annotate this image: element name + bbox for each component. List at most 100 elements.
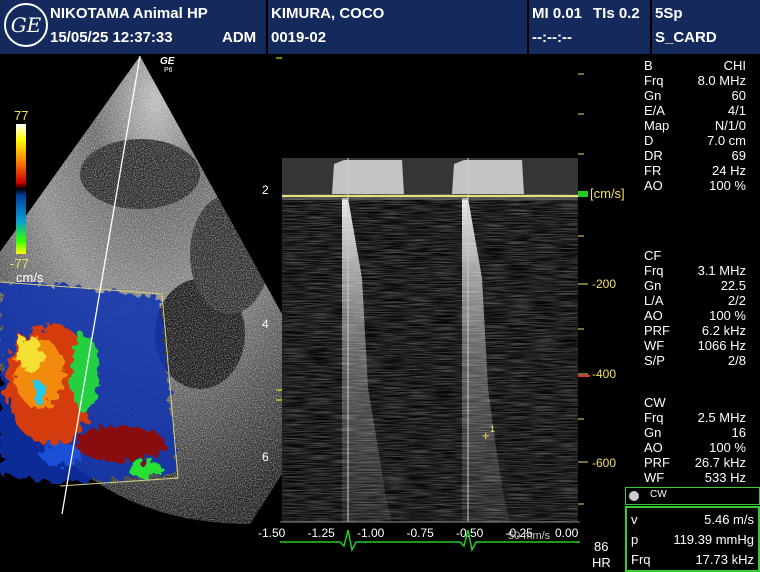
header-divider <box>650 0 652 54</box>
param-value <box>682 248 760 263</box>
measurement-row: p 119.39 mmHg <box>631 530 754 550</box>
velocity-unit: [cm/s] <box>590 186 625 201</box>
parameter-panel: B CHI Frq 8.0 MHz Gn 60 E/A 4/1 Map N/1/0 D 7.0 cm D… <box>644 58 760 485</box>
cw-doppler-params: CW Frq 2.5 MHz Gn 16 AO 100 % PRF 26.7 kHz WF 533 … <box>644 395 760 485</box>
param-row: Gn 60 <box>644 88 760 103</box>
param-key: PRF <box>644 455 670 470</box>
depth-mark: 6 <box>262 450 269 464</box>
param-row: WF 533 Hz <box>644 470 760 485</box>
time-tick: -0.50 <box>456 526 484 540</box>
measurement-key: p <box>631 532 639 547</box>
color-scale-bar <box>16 124 26 254</box>
param-key: B <box>644 58 653 73</box>
param-row: L/A 2/2 <box>644 293 760 308</box>
param-row: FR 24 Hz <box>644 163 760 178</box>
param-key: PRF <box>644 323 670 338</box>
param-key: Frq <box>644 263 664 278</box>
param-value: 22.5 <box>720 278 746 293</box>
depth-mark: 2 <box>262 183 269 197</box>
param-row: AO 100 % <box>644 308 760 323</box>
param-key: DR <box>644 148 663 163</box>
param-row: AO 100 % <box>644 178 760 193</box>
caliper-marker-label: 1 <box>490 424 496 434</box>
preset-name: S_CARD <box>655 29 717 46</box>
patient-name: KIMURA, COCO <box>271 5 385 22</box>
probe-name: 5Sp <box>655 5 683 22</box>
record-dot-icon <box>629 491 639 501</box>
header-bar: GE NIKOTAMA Animal HP 15/05/25 12:37:33 … <box>0 0 760 54</box>
b-mode-params: B CHI Frq 8.0 MHz Gn 60 E/A 4/1 Map N/1/0 D 7.0 cm D… <box>644 58 760 193</box>
sweep-speed: 50 mm/s <box>508 530 551 542</box>
mi-value: MI 0.01 <box>532 5 583 22</box>
color-scale-max: 77 <box>14 108 29 123</box>
param-value: 60 <box>731 88 746 103</box>
param-row: AO 100 % <box>644 440 760 455</box>
measurement-header: CW <box>625 487 760 505</box>
param-value: 533 Hz <box>704 470 746 485</box>
param-key: AO <box>644 178 663 193</box>
param-value: 100 % <box>709 178 746 193</box>
measurement-value: 119.39 mmHg <box>673 532 754 547</box>
probe-marker-brand: GE <box>160 56 175 67</box>
param-value: 4/1 <box>727 103 746 118</box>
time-tick: -1.00 <box>357 526 385 540</box>
param-row: E/A 4/1 <box>644 103 760 118</box>
facility-name: NIKOTAMA Animal HP <box>50 5 208 22</box>
sector-image <box>0 55 282 524</box>
param-key: AO <box>644 440 663 455</box>
param-key: CF <box>644 248 662 263</box>
color-flow-region <box>0 282 178 484</box>
param-value: 3.1 MHz <box>697 263 746 278</box>
patient-id: 0019-02 <box>271 29 327 46</box>
param-row: PRF 6.2 kHz <box>644 323 760 338</box>
probe-marker-sub: P6 <box>164 67 173 74</box>
param-value: 16 <box>731 425 746 440</box>
param-row: D 7.0 cm <box>644 133 760 148</box>
ge-logo: GE <box>4 3 48 47</box>
time-tick: -1.50 <box>258 526 286 540</box>
param-row: B CHI <box>644 58 760 73</box>
measurement-key: Frq <box>631 552 651 567</box>
param-value: 2/2 <box>727 293 746 308</box>
param-key: WF <box>644 470 665 485</box>
color-flow-params: CF Frq 3.1 MHz Gn 22.5 L/A 2/2 AO 100 % PRF 6.2 kH… <box>644 248 760 368</box>
doppler-spectrum <box>282 158 578 522</box>
param-row: PRF 26.7 kHz <box>644 455 760 470</box>
param-key: S/P <box>644 353 665 368</box>
param-value: 2/8 <box>727 353 746 368</box>
param-value: 100 % <box>709 308 746 323</box>
time-tick: -0.75 <box>406 526 434 540</box>
time-tick: -1.25 <box>307 526 335 540</box>
measurement-value: 5.46 m/s <box>704 512 754 527</box>
datetime: 15/05/25 12:37:33 <box>50 29 173 46</box>
param-value: 69 <box>731 148 746 163</box>
param-row: Frq 8.0 MHz <box>644 73 760 88</box>
param-row: WF 1066 Hz <box>644 338 760 353</box>
param-row: DR 69 <box>644 148 760 163</box>
caliper-cross[interactable]: + <box>482 428 490 443</box>
param-key: L/A <box>644 293 664 308</box>
param-key: AO <box>644 308 663 323</box>
velocity-tick: -400 <box>592 367 617 381</box>
param-row: CF <box>644 248 760 263</box>
param-key: Gn <box>644 425 662 440</box>
param-value: CHI <box>723 58 746 73</box>
operator: ADM <box>222 29 257 46</box>
param-value: 1066 Hz <box>697 338 746 353</box>
color-scale-unit: cm/s <box>16 270 44 285</box>
param-value: 26.7 kHz <box>694 455 746 470</box>
param-value: 100 % <box>709 440 746 455</box>
param-row: Frq 3.1 MHz <box>644 263 760 278</box>
cw-mode-icon: CW <box>650 489 667 500</box>
param-key: E/A <box>644 103 665 118</box>
heart-rate-value: 86 <box>594 539 609 554</box>
param-value: 8.0 MHz <box>697 73 746 88</box>
velocity-tick: -200 <box>592 277 617 291</box>
param-row: Map N/1/0 <box>644 118 760 133</box>
measurement-row: Frq 17.73 kHz <box>631 550 754 570</box>
clock-field: --:--:-- <box>532 29 572 46</box>
header-divider <box>266 0 268 54</box>
param-value: 2.5 MHz <box>697 410 746 425</box>
param-value: 6.2 kHz <box>701 323 746 338</box>
heart-rate-label: HR <box>592 555 611 570</box>
